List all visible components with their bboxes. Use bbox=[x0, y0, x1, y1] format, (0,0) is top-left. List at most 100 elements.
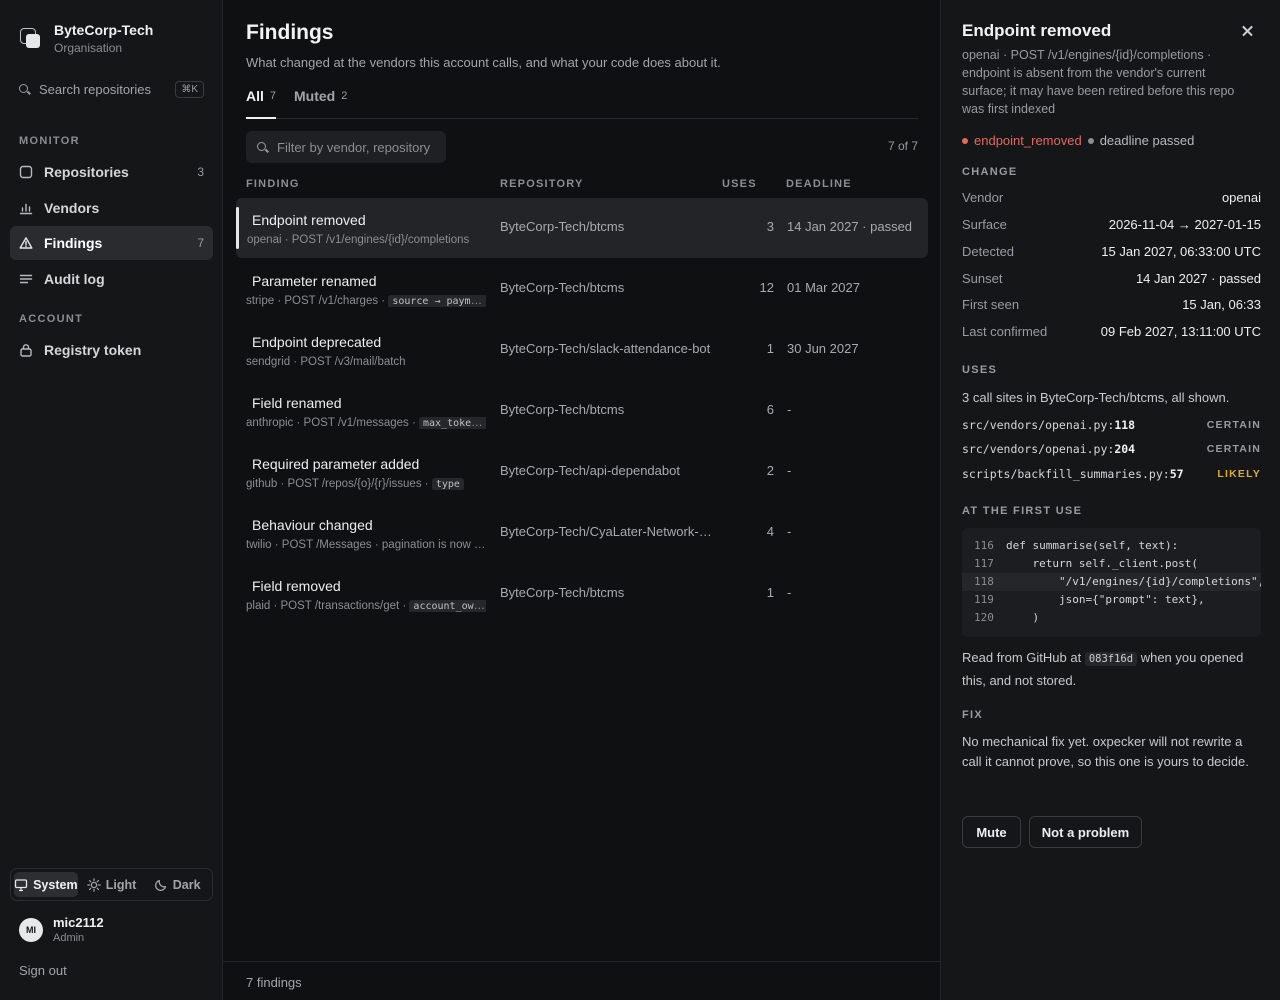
table-row[interactable]: Endpoint deprecated sendgrid · POST /v3/… bbox=[236, 320, 928, 380]
finding-repo: ByteCorp-Tech/btcms bbox=[500, 280, 625, 295]
finding-deadline: 30 Jun 2027 bbox=[787, 341, 859, 356]
fix-text: No mechanical fix yet. oxpecker will not… bbox=[962, 734, 1249, 769]
deadline-badge: deadline passed bbox=[1099, 133, 1195, 148]
deadline-dot-icon bbox=[1087, 137, 1094, 144]
sidebar-item-label: Audit log bbox=[44, 271, 105, 287]
finding-subtitle: stripe · POST /v1/charges · source → pay… bbox=[246, 295, 486, 307]
field-code: source → payment_method bbox=[388, 295, 486, 307]
org-switcher[interactable]: ByteCorp-Tech Organisation bbox=[20, 22, 153, 55]
search-shortcut: ⌘K bbox=[175, 80, 204, 98]
sidebar-item-label: Repositories bbox=[44, 164, 129, 180]
finding-title: Field renamed bbox=[252, 395, 342, 411]
sidebar-item-label: Registry token bbox=[44, 342, 142, 358]
detail-badges: endpoint_removed deadline passed bbox=[962, 133, 1194, 148]
sidebar-item-repositories[interactable]: Repositories 3 bbox=[10, 155, 213, 189]
findings-total: 7 findings bbox=[246, 975, 302, 990]
user-profile[interactable]: MI mic2112 Admin bbox=[19, 915, 104, 944]
section-label-first-use: AT THE FIRST USE bbox=[962, 505, 1083, 517]
field-code: max_tokens_to_sample bbox=[419, 417, 486, 429]
filter-field bbox=[246, 131, 446, 163]
user-role: Admin bbox=[53, 932, 85, 944]
finding-repo: ByteCorp-Tech/CyaLater-Network-service bbox=[500, 524, 712, 539]
bar-chart-icon bbox=[19, 201, 33, 215]
call-site-path: src/vendors/openai.py:204 bbox=[962, 442, 1136, 456]
theme-light-label: Light bbox=[105, 877, 137, 892]
certainty-badge: CERTAIN bbox=[1206, 443, 1261, 455]
tab-muted[interactable]: Muted 2 bbox=[294, 88, 347, 119]
finding-deadline: 14 Jan 2027 · passed bbox=[787, 219, 913, 234]
sidebar-item-audit-log[interactable]: Audit log bbox=[10, 262, 213, 296]
section-label-monitor: MONITOR bbox=[19, 135, 80, 147]
section-label-change: CHANGE bbox=[962, 166, 1018, 178]
tab-label: All bbox=[246, 88, 264, 104]
call-site[interactable]: src/vendors/openai.py:118 CERTAIN bbox=[962, 418, 1261, 432]
theme-dark-button[interactable]: Dark bbox=[145, 872, 209, 897]
detail-description: openai · POST /v1/engines/{id}/completio… bbox=[962, 48, 1235, 116]
finding-title: Endpoint removed bbox=[252, 212, 366, 228]
sidebar-item-vendors[interactable]: Vendors bbox=[10, 191, 213, 225]
change-row: Detected 15 Jan 2027, 06:33:00 UTC bbox=[962, 244, 1261, 259]
sign-out-link[interactable]: Sign out bbox=[19, 963, 67, 978]
table-row[interactable]: Behaviour changed twilio · POST /Message… bbox=[236, 503, 928, 563]
table-row[interactable]: Endpoint removed openai · POST /v1/engin… bbox=[236, 198, 928, 258]
change-row: Last confirmed 09 Feb 2027, 13:11:00 UTC bbox=[962, 324, 1261, 339]
finding-repo: ByteCorp-Tech/btcms bbox=[500, 219, 625, 234]
finding-subtitle: sendgrid · POST /v3/mail/batch bbox=[246, 356, 406, 368]
tab-bar: All 7 Muted 2 bbox=[246, 88, 918, 119]
finding-title: Parameter renamed bbox=[252, 273, 377, 289]
table-row[interactable]: Field removed plaid · POST /transactions… bbox=[236, 564, 928, 624]
commit-sha: 083f16d bbox=[1084, 652, 1138, 666]
mute-button[interactable]: Mute bbox=[962, 816, 1021, 848]
table-row[interactable]: Field renamed anthropic · POST /v1/messa… bbox=[236, 381, 928, 441]
tab-count: 2 bbox=[341, 90, 348, 102]
org-name: ByteCorp-Tech bbox=[54, 22, 154, 38]
call-site[interactable]: src/vendors/openai.py:204 CERTAIN bbox=[962, 442, 1261, 456]
sidebar-item-label: Findings bbox=[44, 235, 103, 251]
finding-title: Endpoint deprecated bbox=[252, 334, 382, 350]
avatar: MI bbox=[19, 917, 43, 942]
page-subtitle: What changed at the vendors this account… bbox=[246, 55, 721, 70]
code-snippet: 116 def summarise(self, text): 117 return… bbox=[962, 528, 1261, 637]
close-icon[interactable] bbox=[1239, 22, 1257, 40]
finding-title: Field removed bbox=[252, 578, 341, 594]
column-header-repository: REPOSITORY bbox=[500, 178, 584, 190]
call-site[interactable]: scripts/backfill_summaries.py:57 LIKELY bbox=[962, 467, 1261, 481]
repo-search-placeholder: Search repositories bbox=[39, 81, 151, 97]
not-a-problem-button[interactable]: Not a problem bbox=[1029, 816, 1142, 848]
field-code: type bbox=[431, 478, 464, 490]
finding-title: Required parameter added bbox=[252, 456, 420, 472]
column-header-finding: FINDING bbox=[246, 178, 300, 190]
finding-deadline: - bbox=[787, 585, 792, 600]
sidebar-item-count: 7 bbox=[197, 236, 204, 250]
change-row: Vendor openai bbox=[962, 190, 1261, 205]
finding-repo: ByteCorp-Tech/slack-attendance-bot bbox=[500, 341, 711, 356]
code-line: 116 def summarise(self, text): bbox=[974, 539, 1179, 552]
filter-input[interactable] bbox=[277, 139, 437, 155]
findings-main: Findings What changed at the vendors thi… bbox=[223, 0, 940, 1000]
status-dot-icon bbox=[962, 137, 968, 144]
finding-subtitle: plaid · POST /transactions/get · account… bbox=[246, 600, 486, 612]
call-site-path: src/vendors/openai.py:118 bbox=[962, 418, 1136, 432]
monitor-icon bbox=[14, 878, 28, 892]
finding-deadline: - bbox=[787, 402, 792, 417]
change-row: Surface 2026-11-04 → 2027-01-15 bbox=[962, 217, 1261, 232]
search-icon bbox=[18, 83, 31, 96]
table-row[interactable]: Parameter renamed stripe · POST /v1/char… bbox=[236, 259, 928, 319]
finding-subtitle: openai · POST /v1/engines/{id}/completio… bbox=[247, 234, 470, 246]
table-row[interactable]: Required parameter added github · POST /… bbox=[236, 442, 928, 502]
sidebar-item-findings[interactable]: Findings 7 bbox=[10, 226, 213, 260]
finding-uses: 1 bbox=[766, 585, 774, 600]
section-label-account: ACCOUNT bbox=[19, 313, 84, 325]
theme-system-button[interactable]: System bbox=[14, 872, 78, 897]
status-badge: endpoint_removed bbox=[974, 133, 1082, 148]
sidebar: ByteCorp-Tech Organisation Search reposi… bbox=[0, 0, 223, 1000]
finding-uses: 3 bbox=[766, 219, 774, 234]
sidebar-item-registry-token[interactable]: Registry token bbox=[10, 333, 213, 367]
tab-all[interactable]: All 7 bbox=[246, 88, 277, 119]
user-name: mic2112 bbox=[53, 915, 104, 930]
source-note: Read from GitHub at 083f16d when you ope… bbox=[962, 650, 1244, 688]
finding-repo: ByteCorp-Tech/btcms bbox=[500, 402, 625, 417]
theme-light-button[interactable]: Light bbox=[80, 872, 144, 897]
repo-search[interactable]: Search repositories ⌘K bbox=[18, 78, 204, 100]
finding-detail-panel: Endpoint removed openai · POST /v1/engin… bbox=[940, 0, 1280, 1000]
